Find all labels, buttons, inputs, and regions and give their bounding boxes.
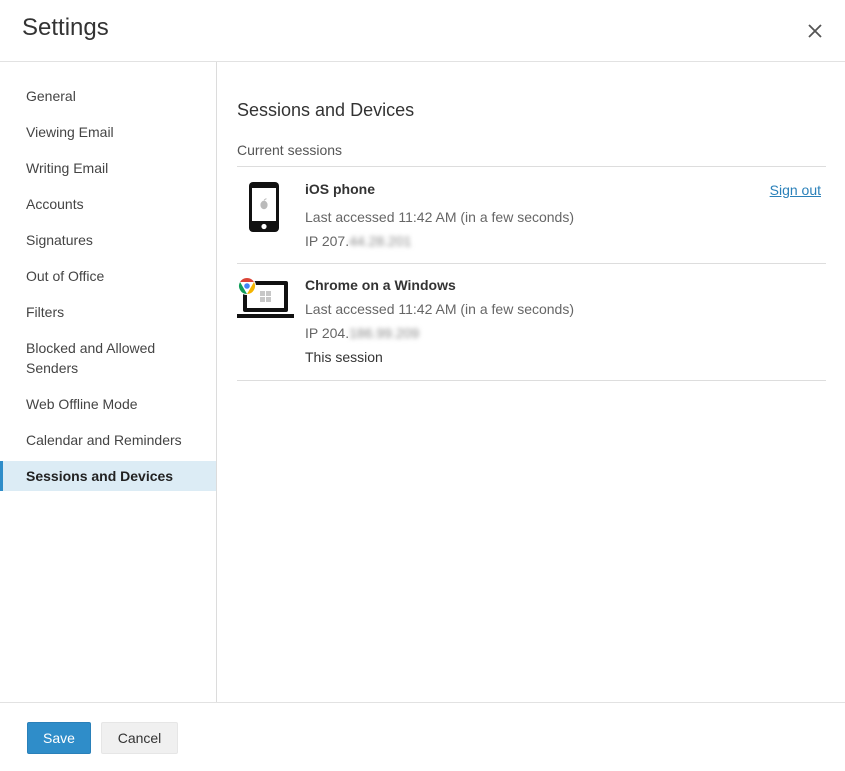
sidebar-item-out-of-office[interactable]: Out of Office [0, 266, 216, 286]
session-last-accessed: Last accessed 11:42 AM (in a few seconds… [305, 301, 574, 317]
settings-nav: General Viewing Email Writing Email Acco… [0, 62, 216, 491]
page-title: Sessions and Devices [237, 100, 415, 120]
dialog-footer: Save Cancel [0, 702, 845, 771]
cancel-button[interactable]: Cancel [101, 722, 178, 754]
sidebar-item-writing-email[interactable]: Writing Email [0, 158, 216, 178]
save-button[interactable]: Save [27, 722, 91, 754]
session-ip: IP 207.44.28.201 [305, 233, 411, 249]
sidebar-item-calendar-reminders[interactable]: Calendar and Reminders [0, 430, 216, 450]
session-ip-redacted: 186.99.209 [349, 325, 420, 341]
sidebar-item-accounts[interactable]: Accounts [0, 194, 216, 214]
session-device-name: Chrome on a Windows [305, 277, 456, 293]
close-icon[interactable] [804, 20, 826, 42]
sign-out-link[interactable]: Sign out [770, 182, 821, 198]
session-row: iOS phone Last accessed 11:42 AM (in a f… [237, 167, 826, 264]
settings-sidebar: General Viewing Email Writing Email Acco… [0, 62, 217, 702]
sidebar-item-viewing-email[interactable]: Viewing Email [0, 122, 216, 142]
sidebar-item-filters[interactable]: Filters [0, 302, 216, 322]
phone-icon [248, 181, 280, 238]
dialog-title: Settings [22, 14, 109, 41]
dialog-header: Settings [0, 0, 845, 62]
session-ip-prefix: IP 204. [305, 325, 350, 341]
sessions-list: iOS phone Last accessed 11:42 AM (in a f… [237, 166, 826, 381]
sidebar-item-blocked-senders[interactable]: Blocked and Allowed Senders [0, 338, 190, 378]
session-row: Chrome on a Windows Last accessed 11:42 … [237, 264, 826, 381]
session-ip-prefix: IP 207. [305, 233, 350, 249]
sidebar-item-general[interactable]: General [0, 86, 216, 106]
section-label: Current sessions [237, 142, 343, 158]
sidebar-item-signatures[interactable]: Signatures [0, 230, 216, 250]
session-ip-redacted: 44.28.201 [349, 233, 412, 249]
session-last-accessed: Last accessed 11:42 AM (in a few seconds… [305, 209, 574, 225]
session-ip: IP 204.186.99.209 [305, 325, 419, 341]
sidebar-item-sessions-devices[interactable]: Sessions and Devices [0, 461, 216, 491]
current-session-note: This session [305, 349, 383, 365]
session-device-name: iOS phone [305, 181, 375, 197]
settings-content: Sessions and Devices Current sessions iO… [218, 62, 845, 702]
sidebar-item-web-offline-mode[interactable]: Web Offline Mode [0, 394, 216, 414]
laptop-icon [237, 276, 295, 329]
